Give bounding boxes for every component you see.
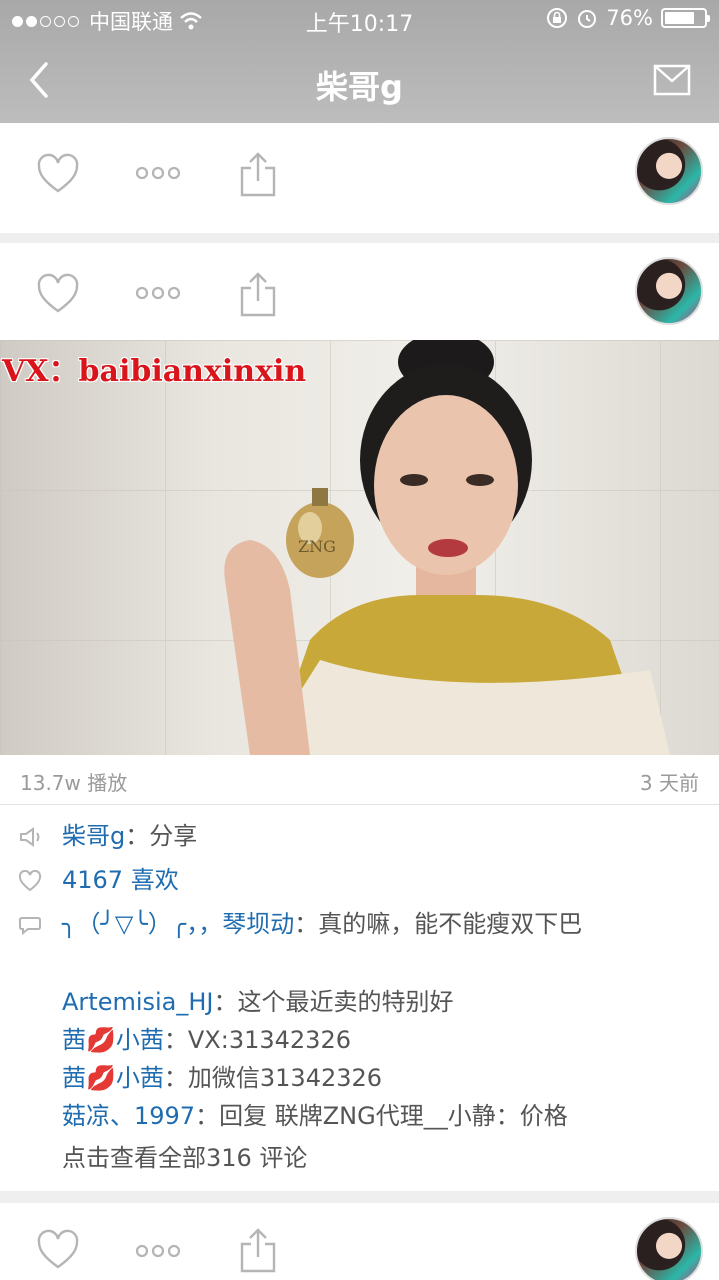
page-title: 柴哥g xyxy=(316,68,403,106)
video-meta: 13.7w 播放 3 天前 xyxy=(0,755,719,805)
battery-icon xyxy=(661,8,710,28)
share-icon[interactable] xyxy=(238,151,278,197)
mail-icon[interactable] xyxy=(653,64,691,96)
heart-icon[interactable] xyxy=(36,153,80,197)
action-bar xyxy=(0,1203,719,1280)
author-caption: ：分享 xyxy=(125,822,198,850)
comment-user[interactable]: ╮（╯▽╰）╭，，琴坝动 xyxy=(62,910,294,938)
comment-user[interactable]: 茜💋小茜 xyxy=(62,1064,164,1092)
view-all-comments-link[interactable]: 点击查看全部316 评论 xyxy=(62,1139,683,1177)
more-dots-icon[interactable] xyxy=(134,281,182,305)
rotation-lock-icon xyxy=(547,8,568,28)
speaker-icon xyxy=(20,827,40,847)
comment-item[interactable]: 茜💋小茜：VX:31342326 xyxy=(62,1021,683,1059)
post-time: 3 天前 xyxy=(639,771,699,795)
video-watermark: VX：baibianxinxin xyxy=(2,354,307,389)
comment-text: ：这个最近卖的特别好 xyxy=(213,988,454,1016)
comment-item[interactable]: 茜💋小茜：加微信31342326 xyxy=(62,1059,683,1097)
heart-small-icon xyxy=(18,870,42,892)
status-bar: 中国联通 上午10:17 76% xyxy=(0,0,719,40)
battery-percent: 76% xyxy=(606,6,653,30)
comment-user[interactable]: 茜💋小茜 xyxy=(62,1026,164,1054)
alarm-icon xyxy=(578,10,597,28)
header: 中国联通 上午10:17 76% 柴哥g xyxy=(0,0,719,123)
post-card-3 xyxy=(0,1203,719,1280)
more-dots-icon[interactable] xyxy=(134,1239,182,1263)
comment-user[interactable]: 菇凉、1997 xyxy=(62,1102,195,1130)
avatar[interactable] xyxy=(635,1217,703,1280)
post-video[interactable]: ZNG VX：baibianxinxin xyxy=(0,340,719,755)
heart-icon[interactable] xyxy=(36,1229,80,1273)
video-person-image: ZNG xyxy=(224,340,670,755)
avatar[interactable] xyxy=(635,137,703,205)
post-card-2: ZNG VX：baibianxinxin 13.7w 播放 3 天前 柴哥g：分… xyxy=(0,243,719,1191)
comment-text: ：回复 联牌ZNG代理__小静：价格 xyxy=(195,1102,568,1130)
avatar[interactable] xyxy=(635,257,703,325)
heart-icon[interactable] xyxy=(36,273,80,317)
comment-item[interactable]: 菇凉、1997：回复 联牌ZNG代理__小静：价格 xyxy=(62,1097,683,1135)
nav-bar: 柴哥g xyxy=(0,40,719,123)
more-dots-icon[interactable] xyxy=(134,161,182,185)
post-card-1 xyxy=(0,123,719,233)
comment-item[interactable]: ╮（╯▽╰）╭，，琴坝动：真的嘛，能不能瘦双下巴 xyxy=(62,905,683,943)
action-bar xyxy=(0,243,719,353)
comment-text: ：VX:31342326 xyxy=(163,1026,351,1054)
comment-icon xyxy=(19,917,41,936)
svg-text:ZNG: ZNG xyxy=(298,537,336,556)
likes-count[interactable]: 4167 喜欢 xyxy=(62,861,683,899)
play-count: 13.7w 播放 xyxy=(20,771,128,795)
comment-item[interactable]: Artemisia_HJ：这个最近卖的特别好 xyxy=(62,983,683,1021)
share-icon[interactable] xyxy=(238,1227,278,1273)
comment-text: ：加微信31342326 xyxy=(163,1064,383,1092)
action-bar xyxy=(0,123,719,233)
share-icon[interactable] xyxy=(238,271,278,317)
comment-text: ：真的嘛，能不能瘦双下巴 xyxy=(294,910,583,938)
comment-user[interactable]: Artemisia_HJ xyxy=(62,988,214,1016)
author-name[interactable]: 柴哥g xyxy=(62,822,125,850)
